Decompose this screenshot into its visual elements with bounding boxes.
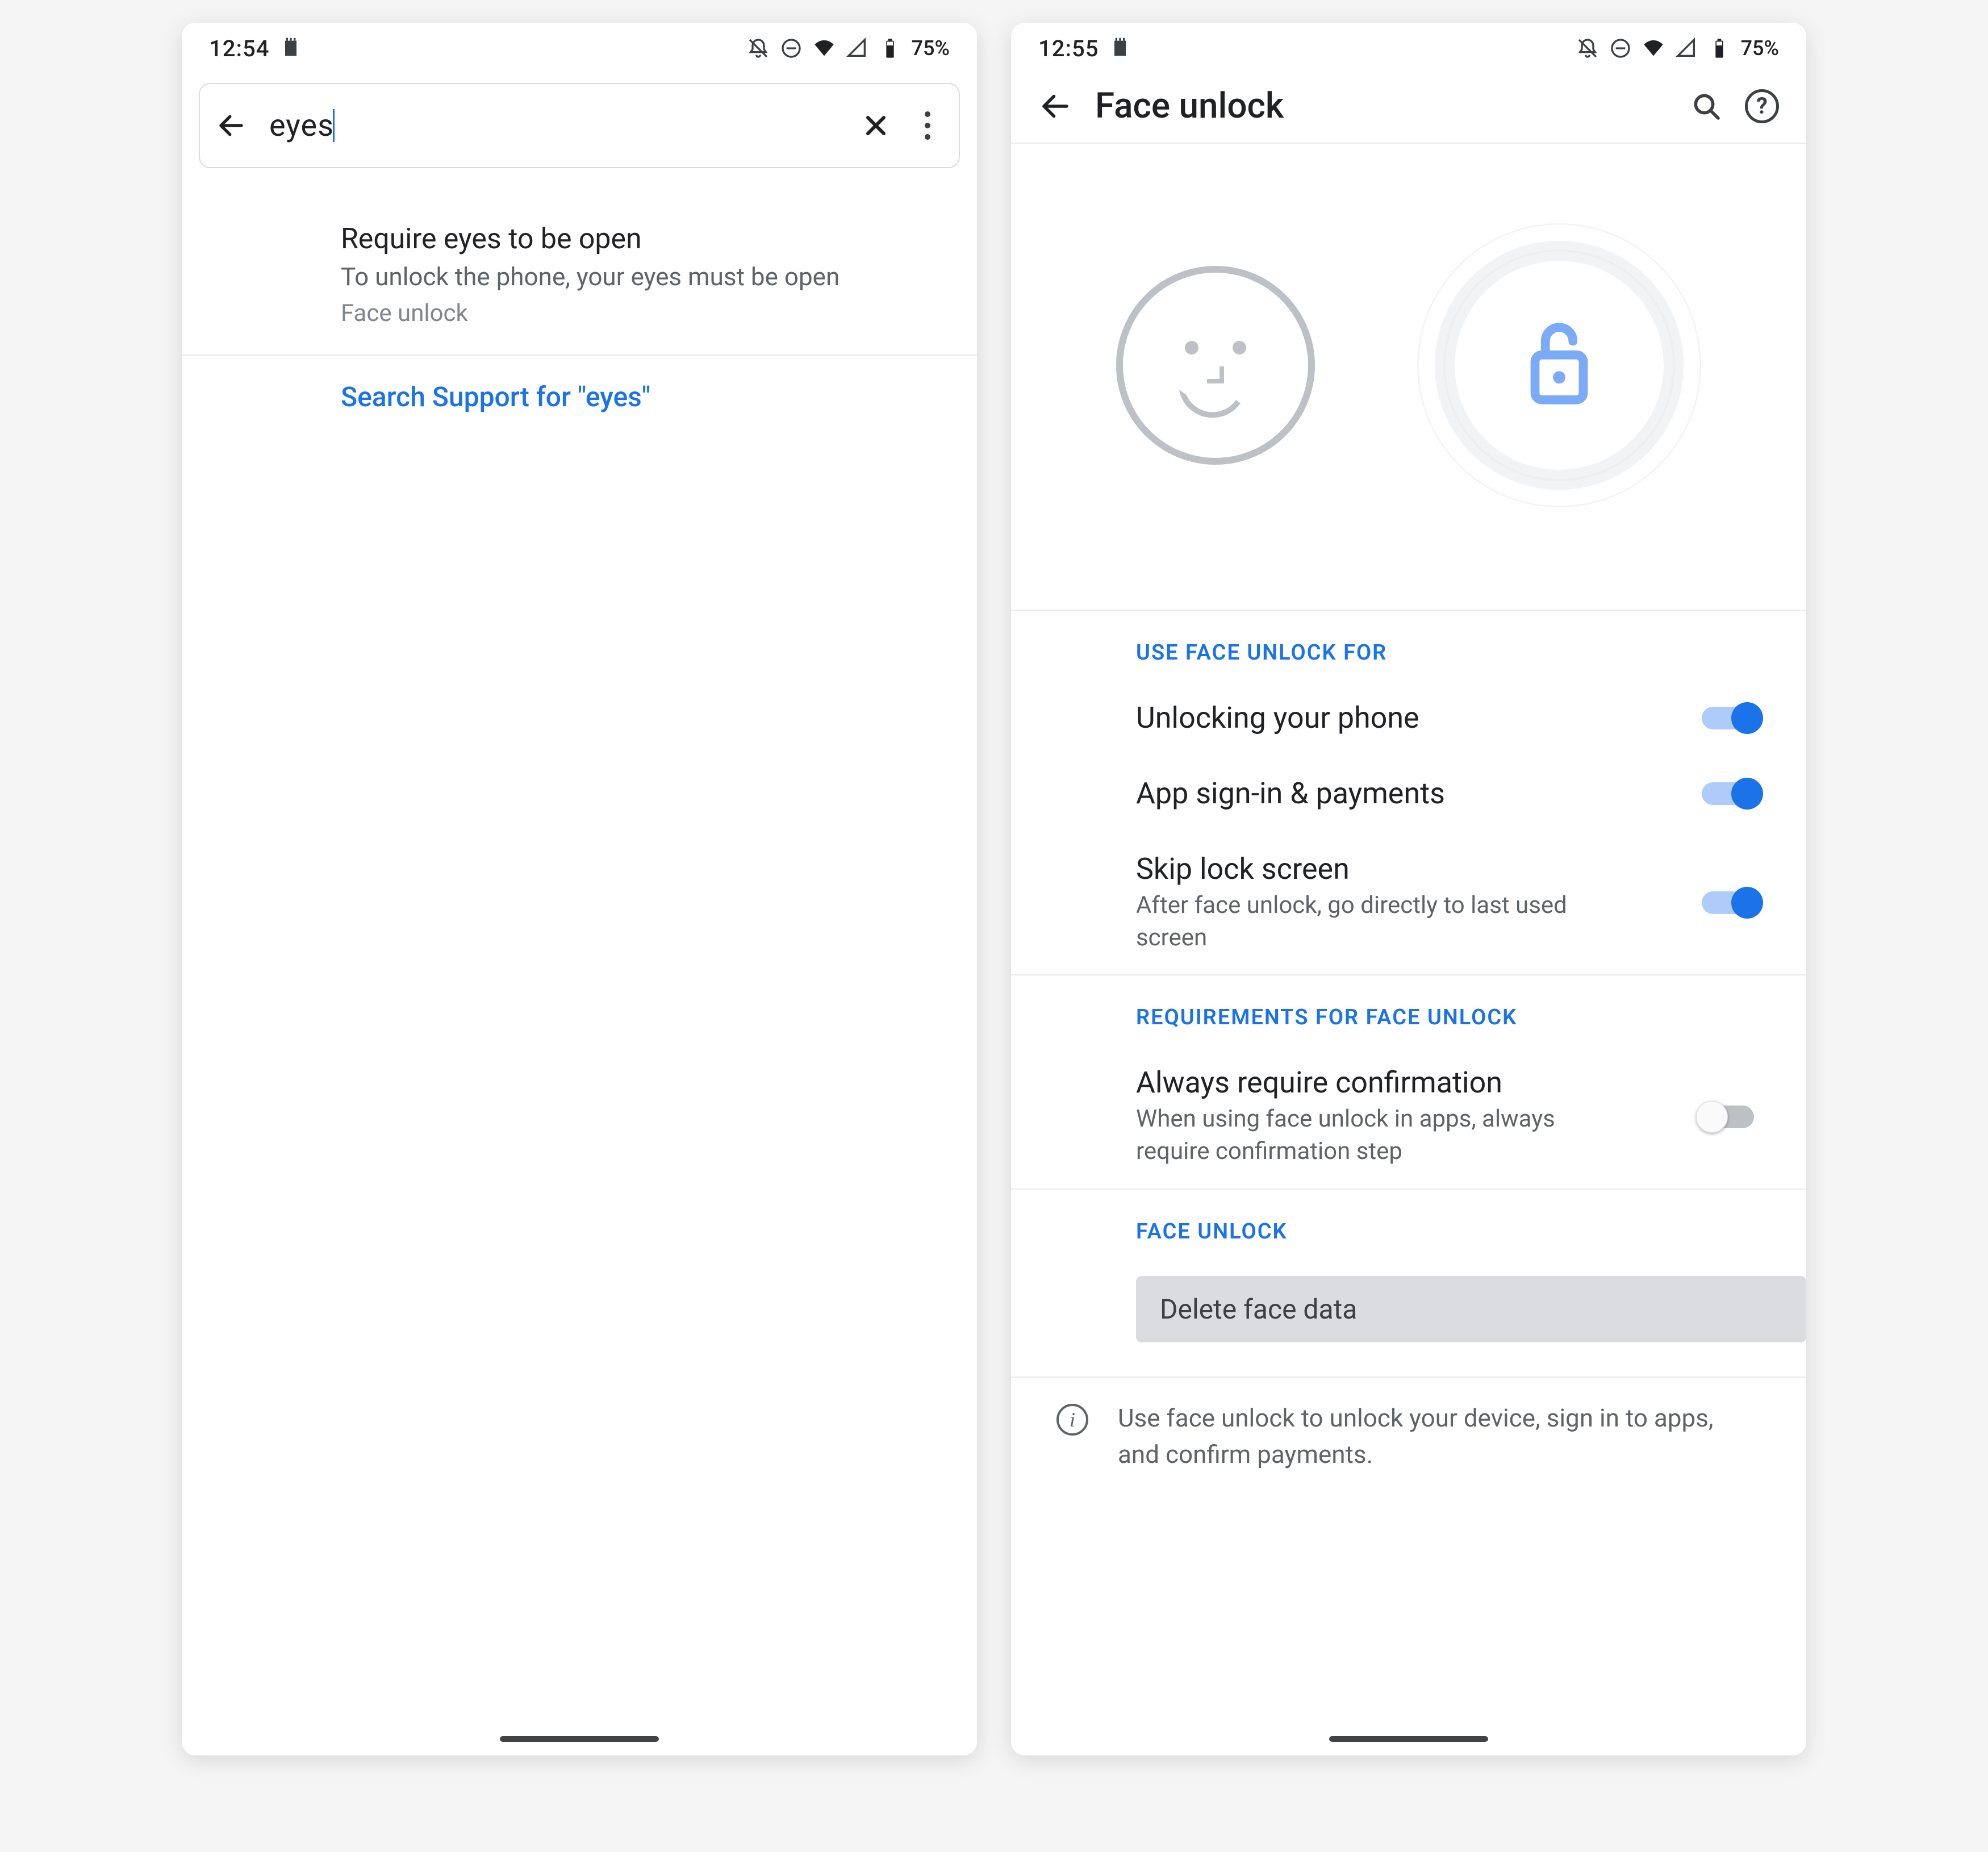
search-icon[interactable] <box>1690 90 1722 122</box>
setting-label: Always require confirmation <box>1136 1065 1687 1100</box>
search-input[interactable]: eyes <box>269 108 840 144</box>
info-footer: i Use face unlock to unlock your device,… <box>1011 1377 1806 1473</box>
app-badge-icon <box>1109 37 1131 60</box>
setting-label: App sign-in & payments <box>1136 776 1687 811</box>
text-caret <box>333 109 335 142</box>
phone-search-settings: 12:54 75% <box>182 23 977 1755</box>
status-bar: 12:54 75% <box>182 23 977 74</box>
info-icon: i <box>1056 1404 1088 1436</box>
app-badge-icon <box>279 37 302 60</box>
back-icon[interactable] <box>216 110 247 141</box>
dnd-off-icon <box>1576 37 1599 60</box>
search-bar[interactable]: eyes <box>199 83 960 168</box>
search-value: eyes <box>269 108 334 144</box>
phone-face-unlock-settings: 12:55 75% <box>1011 23 1806 1755</box>
section-heading-face-unlock: FACE UNLOCK <box>1011 1190 1806 1259</box>
result-subtitle: To unlock the phone, your eyes must be o… <box>341 260 943 294</box>
gesture-nav-handle[interactable] <box>1329 1736 1488 1742</box>
do-not-disturb-icon <box>1609 37 1632 60</box>
section-heading-requirements: REQUIREMENTS FOR FACE UNLOCK <box>1011 975 1806 1045</box>
toggle-skip-lock-screen[interactable] <box>1698 890 1761 915</box>
search-result[interactable]: Require eyes to be open To unlock the ph… <box>182 200 977 356</box>
help-icon[interactable]: ? <box>1745 89 1779 123</box>
setting-app-signin[interactable]: App sign-in & payments <box>1011 756 1806 831</box>
delete-face-data-button[interactable]: Delete face data <box>1136 1276 1806 1342</box>
unlock-ring-icon <box>1417 223 1701 507</box>
battery-percent: 75% <box>1741 36 1779 60</box>
result-category: Face unlock <box>341 299 943 327</box>
setting-require-confirmation[interactable]: Always require confirmation When using f… <box>1011 1045 1806 1188</box>
battery-icon <box>879 37 901 60</box>
battery-percent: 75% <box>912 36 950 60</box>
cell-signal-icon <box>846 37 868 60</box>
gesture-nav-handle[interactable] <box>500 1736 659 1742</box>
wifi-icon <box>813 37 836 60</box>
dnd-off-icon <box>747 37 770 60</box>
status-clock: 12:54 <box>209 35 269 62</box>
page-title: Face unlock <box>1095 85 1668 127</box>
setting-skip-lock-screen[interactable]: Skip lock screen After face unlock, go d… <box>1011 831 1806 974</box>
overflow-menu-icon[interactable] <box>912 110 943 141</box>
do-not-disturb-icon <box>780 37 803 60</box>
unlocked-padlock-icon <box>1517 317 1602 414</box>
setting-label: Skip lock screen <box>1136 852 1687 886</box>
clear-icon[interactable] <box>862 112 889 139</box>
status-clock: 12:55 <box>1038 35 1099 62</box>
setting-unlocking-phone[interactable]: Unlocking your phone <box>1011 680 1806 756</box>
section-heading-use-for: USE FACE UNLOCK FOR <box>1011 611 1806 680</box>
setting-description: After face unlock, go directly to last u… <box>1136 890 1602 954</box>
toggle-app-signin[interactable] <box>1698 781 1761 806</box>
wifi-icon <box>1642 37 1665 60</box>
search-support-link[interactable]: Search Support for "eyes" <box>182 356 977 438</box>
toggle-require-confirmation[interactable] <box>1698 1104 1761 1129</box>
toggle-unlocking-phone[interactable] <box>1698 706 1761 731</box>
face-unlock-hero <box>1011 144 1806 610</box>
face-icon <box>1116 266 1315 465</box>
status-bar: 12:55 75% <box>1011 23 1806 74</box>
info-text: Use face unlock to unlock your device, s… <box>1118 1400 1761 1473</box>
battery-icon <box>1708 37 1731 60</box>
back-icon[interactable] <box>1038 89 1072 123</box>
cell-signal-icon <box>1675 37 1698 60</box>
result-title: Require eyes to be open <box>341 223 943 256</box>
setting-description: When using face unlock in apps, always r… <box>1136 1103 1602 1167</box>
setting-label: Unlocking your phone <box>1136 700 1687 735</box>
app-bar: Face unlock ? <box>1011 74 1806 143</box>
